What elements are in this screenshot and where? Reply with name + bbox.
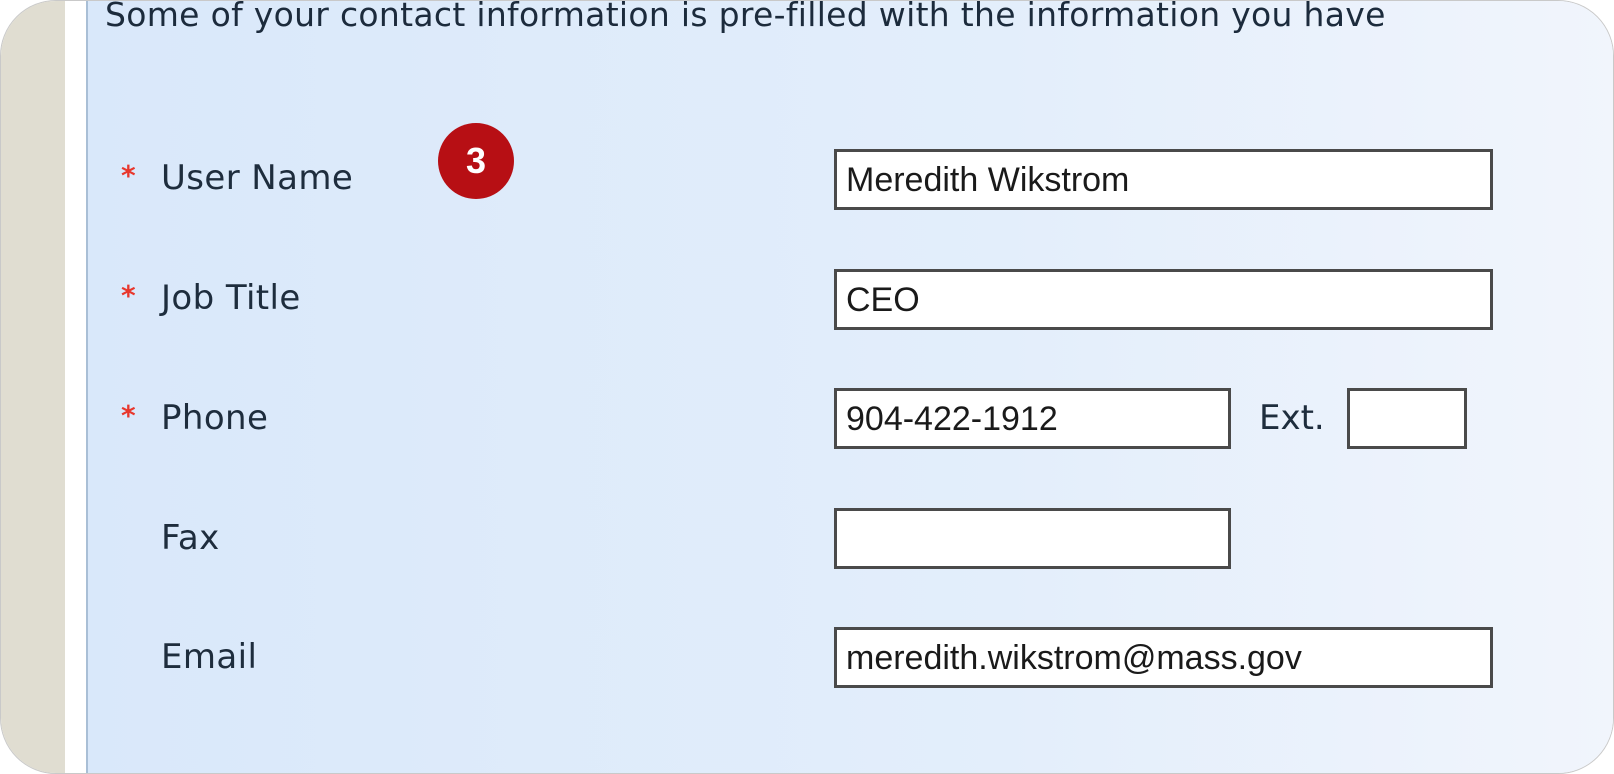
required-marker-user-name: *: [121, 159, 136, 192]
screen-frame: Some of your contact information is pre-…: [0, 0, 1614, 774]
email-input[interactable]: meredith.wikstrom@mass.gov: [834, 627, 1493, 688]
fax-input[interactable]: [834, 508, 1231, 569]
required-marker-phone: *: [121, 399, 136, 432]
job-title-input[interactable]: CEO: [834, 269, 1493, 330]
fax-label: Fax: [161, 518, 220, 558]
left-rail: [1, 1, 65, 773]
phone-ext-input[interactable]: [1347, 388, 1467, 449]
step-badge: 3: [438, 123, 514, 199]
phone-label: Phone: [161, 398, 269, 438]
required-marker-job-title: *: [121, 279, 136, 312]
phone-ext-label: Ext.: [1259, 398, 1325, 438]
rail-gap: [65, 1, 86, 773]
user-name-label: User Name: [161, 158, 354, 198]
phone-input[interactable]: 904-422-1912: [834, 388, 1231, 449]
job-title-label: Job Title: [161, 278, 301, 318]
intro-text: Some of your contact information is pre-…: [105, 0, 1386, 34]
user-name-input[interactable]: Meredith Wikstrom: [834, 149, 1493, 210]
email-label: Email: [161, 637, 258, 677]
